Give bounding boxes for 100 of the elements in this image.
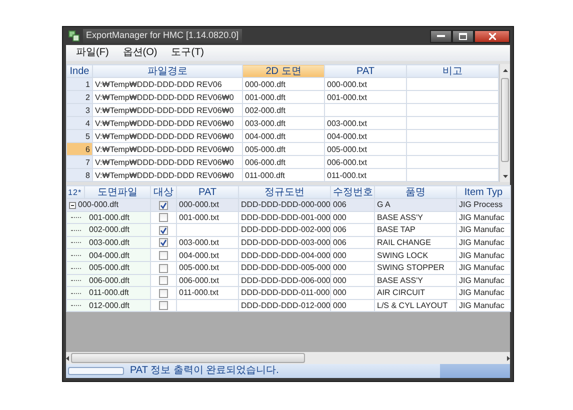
table-cell: V:₩Temp₩DDD-DDD-DDD REV06₩0 [92, 156, 242, 168]
table-cell: 000 [330, 211, 374, 224]
scrollbar-thumb[interactable] [501, 78, 509, 162]
checkbox[interactable] [159, 251, 168, 260]
row-index[interactable]: 3 [66, 104, 92, 116]
column-header[interactable]: PAT [324, 64, 406, 78]
vertical-scrollbar[interactable] [499, 64, 510, 182]
checkbox[interactable] [159, 238, 168, 248]
table-cell: 004-000.dft [242, 130, 324, 142]
column-header[interactable]: Inde [66, 64, 92, 78]
close-button[interactable] [474, 30, 510, 42]
tree-line [71, 268, 81, 269]
table-cell: 006-000.txt [324, 156, 406, 168]
column-header[interactable]: PAT [176, 186, 238, 198]
table-cell: V:₩Temp₩DDD-DDD-DDD REV06₩0 [92, 90, 242, 104]
level-button[interactable]: 1 [68, 186, 73, 198]
tree-line [71, 255, 81, 256]
row-index[interactable]: 2 [66, 90, 92, 104]
table-cell: 000-000.txt [324, 78, 406, 90]
file-name: 003-000.dft [89, 238, 130, 248]
column-header[interactable]: 대상 [150, 186, 176, 198]
checkbox[interactable] [159, 226, 168, 235]
table-cell: V:₩Temp₩DDD-DDD-DDD REV06₩0 [92, 116, 242, 130]
column-header[interactable]: 파일경로 [92, 64, 242, 78]
column-header[interactable]: 2D 도면 [242, 64, 324, 78]
table-cell: 000 [330, 261, 374, 274]
table-cell: JIG Manufac [456, 248, 510, 262]
checkbox[interactable] [159, 301, 168, 310]
tree-row[interactable]: 011-000.dft 011-000.txt DDD-DDD-DDD-011-000 000 AIR CIRCUIT JIG Manufac [66, 286, 510, 300]
checkbox[interactable] [159, 200, 168, 210]
row-index[interactable]: 7 [66, 156, 92, 168]
table-cell: JIG Manufac [456, 236, 510, 249]
checkbox[interactable] [159, 264, 168, 273]
table-cell: V:₩Temp₩DDD-DDD-DDD REV06₩0 [92, 104, 242, 116]
row-index[interactable]: 6 [66, 142, 92, 156]
level-button[interactable]: * [78, 186, 83, 198]
table-cell: 004-000.txt [324, 130, 406, 142]
table-cell: JIG Process [456, 198, 510, 212]
table-cell: V:₩Temp₩DDD-DDD-DDD REV06₩0 [92, 142, 242, 156]
right-arrow-icon [507, 356, 510, 360]
left-arrow-icon [66, 356, 69, 360]
status-message: PAT 정보 출력이 완료되었습니다. [130, 365, 279, 377]
tree-line [71, 280, 81, 282]
file-name: 011-000.dft [89, 288, 129, 298]
table-cell: 005-000.txt [324, 142, 406, 156]
table-cell: AIR CIRCUIT [374, 286, 456, 300]
minimize-button[interactable] [430, 30, 452, 42]
table-cell: 004-000.txt [176, 248, 238, 262]
table-cell: BASE ASS'Y [374, 274, 456, 287]
table-cell: 006 [330, 198, 374, 212]
menu-item[interactable]: 도구(T) [171, 47, 204, 59]
table-cell: 001-000.dft [242, 90, 324, 104]
table-cell: RAIL CHANGE [374, 236, 456, 249]
collapse-icon[interactable] [69, 202, 76, 209]
table-cell: BASE ASS'Y [374, 211, 456, 224]
horizontal-scrollbar[interactable] [66, 352, 510, 364]
maximize-icon [459, 32, 467, 40]
table-cell: 000-000.dft [242, 78, 324, 90]
menu-item[interactable]: 파일(F) [76, 47, 109, 59]
column-header[interactable]: Item Typ [456, 186, 510, 198]
file-name: 005-000.dft [89, 263, 130, 272]
menu-item[interactable]: 옵션(O) [122, 47, 158, 59]
row-index[interactable]: 8 [66, 168, 92, 182]
checkbox[interactable] [159, 213, 168, 222]
table-cell: 003-000.txt [324, 116, 406, 130]
tree-line [71, 305, 81, 306]
table-cell: 002-000.dft [242, 104, 324, 116]
file-name: 006-000.dft [89, 276, 130, 285]
checkbox[interactable] [159, 276, 168, 286]
column-header[interactable]: 비고 [406, 64, 498, 78]
table-cell: JIG Manufac [456, 274, 510, 287]
table-cell: 000 [330, 274, 374, 287]
file-name: 002-000.dft [89, 225, 130, 234]
row-index[interactable]: 1 [66, 78, 92, 90]
app-icon [68, 30, 80, 42]
window-title: ExportManager for HMC [1.14.0820.0] [83, 29, 242, 43]
maximize-button[interactable] [452, 30, 474, 42]
file-name: 001-000.dft [89, 212, 130, 222]
column-header[interactable]: 수정번호 [330, 186, 374, 198]
table-cell: BASE TAP [374, 224, 456, 236]
tree-line [71, 217, 81, 218]
column-header[interactable]: 품명 [374, 186, 456, 198]
table-cell: JIG Manufac [456, 211, 510, 224]
column-header[interactable]: 도면파일 [84, 186, 150, 198]
row-index[interactable]: 4 [66, 116, 92, 130]
table-cell: 005-000.dft [242, 142, 324, 156]
row-index[interactable]: 5 [66, 130, 92, 142]
checkbox[interactable] [159, 288, 168, 298]
down-arrow-icon [502, 174, 508, 178]
table-cell: 001-000.txt [176, 211, 238, 224]
table-cell: 001-000.txt [324, 90, 406, 104]
table-cell: JIG Manufac [456, 286, 510, 300]
status-panel [440, 364, 510, 378]
column-header[interactable]: 정규도번 [238, 186, 330, 198]
scrollbar-thumb[interactable] [71, 353, 305, 363]
table-cell: 011-000.txt [176, 286, 238, 300]
table-cell: 000 [330, 286, 374, 300]
table-cell: 000 [330, 248, 374, 262]
level-button[interactable]: 2 [73, 186, 78, 198]
tree-line [71, 242, 81, 244]
